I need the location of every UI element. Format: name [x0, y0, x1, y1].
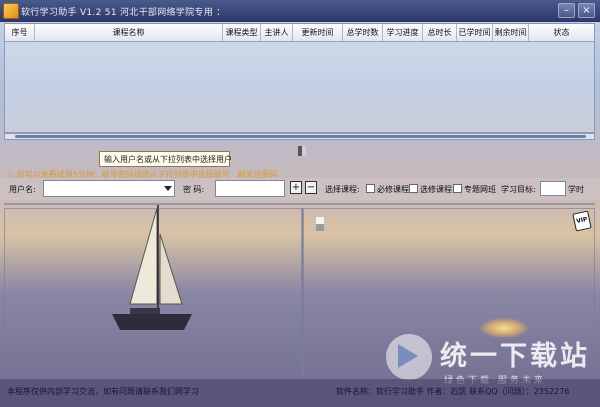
study-goal-input[interactable]: [540, 181, 566, 196]
col-header-update-time[interactable]: 更新时间: [293, 24, 343, 41]
window-title: 软行学习助手 V1.2 51 河北干部网络学院专用 ：: [21, 8, 226, 18]
col-header-course-name[interactable]: 课程名称: [35, 24, 223, 41]
pane-splitter[interactable]: [302, 208, 303, 376]
chevron-down-icon[interactable]: [164, 186, 172, 191]
add-user-button[interactable]: +: [290, 181, 302, 194]
horizontal-scrollbar[interactable]: [4, 133, 595, 140]
username-tooltip: 输入用户名或从下拉列表中选择用户: [99, 151, 232, 167]
status-right-text: 软件名称：软行学习助手 作者：石凯 联系QQ（问题）：2352276: [336, 387, 570, 396]
scrollbar-thumb[interactable]: [15, 135, 586, 138]
col-header-total-duration[interactable]: 总时长: [423, 24, 457, 41]
col-header-progress[interactable]: 学习进度: [383, 24, 423, 41]
left-log-pane[interactable]: [4, 208, 302, 376]
study-goal-label: 学习目标:: [501, 185, 536, 194]
required-course-label: 必修课程: [377, 185, 409, 194]
password-input[interactable]: [215, 180, 285, 197]
vip-icon[interactable]: VIP: [572, 210, 592, 232]
section-divider: [4, 203, 595, 205]
splitter-handle-icon[interactable]: [298, 146, 306, 156]
study-goal-unit: 学时: [568, 185, 584, 194]
minimize-button[interactable]: –: [558, 3, 575, 18]
remove-user-button[interactable]: −: [305, 181, 317, 194]
col-header-studied-time[interactable]: 已学时间: [457, 24, 493, 41]
elective-course-checkbox[interactable]: [409, 184, 418, 193]
app-icon: [3, 3, 19, 19]
special-class-checkbox[interactable]: [453, 184, 462, 193]
col-header-index[interactable]: 序号: [5, 24, 35, 41]
loading-icon: [316, 217, 324, 231]
title-bar: 软行学习助手 V1.2 51 河北干部网络学院专用 ： – ×: [0, 0, 600, 22]
col-header-remaining-time[interactable]: 剩余时间: [493, 24, 529, 41]
elective-course-label: 选修课程: [420, 185, 452, 194]
col-header-total-hours[interactable]: 总学时数: [343, 24, 383, 41]
watermark-title: 统一下载站: [440, 341, 590, 372]
watermark-logo-icon: [386, 334, 432, 380]
username-label: 用户名:: [9, 185, 36, 194]
required-course-checkbox[interactable]: [366, 184, 375, 193]
col-header-course-type[interactable]: 课程类型: [223, 24, 261, 41]
col-header-status[interactable]: 状态: [529, 24, 594, 41]
password-label: 密 码:: [183, 185, 205, 194]
close-button[interactable]: ×: [578, 3, 595, 18]
table-header: 序号 课程名称 课程类型 主讲人 更新时间 总学时数 学习进度 总时长 已学时间…: [5, 24, 594, 42]
course-select-label: 选择课程:: [325, 185, 360, 194]
course-table[interactable]: 序号 课程名称 课程类型 主讲人 更新时间 总学时数 学习进度 总时长 已学时间…: [4, 23, 595, 133]
col-header-lecturer[interactable]: 主讲人: [261, 24, 293, 41]
special-class-label: 专题网班: [464, 185, 496, 194]
username-combobox[interactable]: [43, 180, 175, 197]
status-left-text: 本程序仅供内部学习交流，如有问题请联系我们网学习: [7, 387, 199, 396]
